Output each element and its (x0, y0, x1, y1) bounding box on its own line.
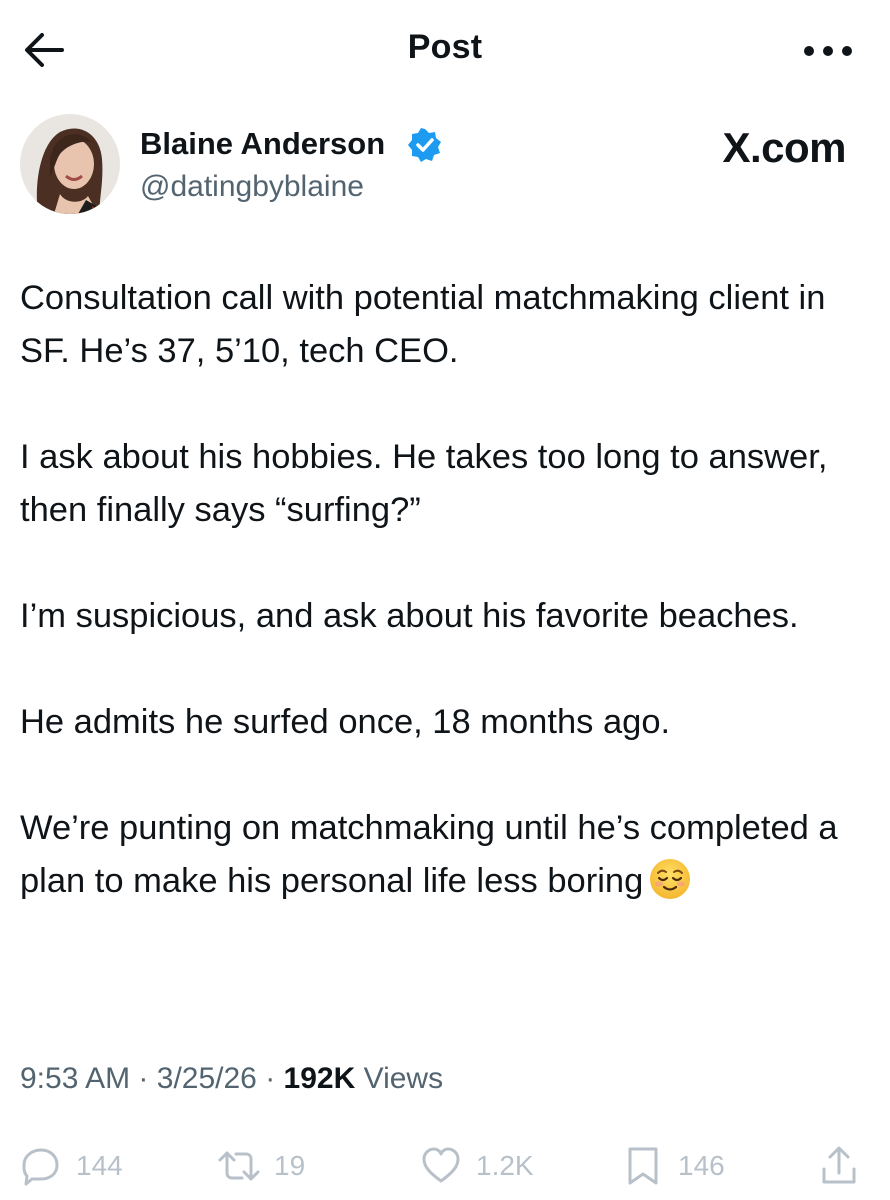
post-paragraph: He admits he surfed once, 18 months ago. (20, 703, 671, 741)
like-count: 1.2K (476, 1150, 534, 1181)
bookmark-count: 146 (678, 1150, 725, 1181)
post-date[interactable]: 3/25/26 (157, 1062, 257, 1095)
verified-badge-icon (408, 128, 441, 162)
post-paragraph-text: We’re punting on matchmaking until he’s … (20, 809, 838, 900)
views-label[interactable]: Views (364, 1062, 443, 1095)
bookmark-icon (628, 1147, 658, 1185)
action-bar: 144 19 1.2K 146 (0, 1138, 890, 1192)
share-button[interactable] (818, 1144, 874, 1188)
separator: · (138, 1062, 149, 1095)
post-paragraph: Consultation call with potential matchma… (20, 279, 826, 370)
post-text: Consultation call with potential matchma… (20, 272, 860, 908)
heart-icon (422, 1147, 460, 1183)
like-button[interactable]: 1.2K (420, 1144, 534, 1188)
reply-icon (22, 1148, 59, 1186)
relieved-face-emoji-icon (650, 859, 691, 899)
post-time[interactable]: 9:53 AM (20, 1062, 130, 1095)
more-horizontal-icon (804, 46, 814, 56)
top-bar: Post (0, 0, 890, 100)
avatar[interactable] (20, 114, 120, 214)
repost-count: 19 (274, 1150, 306, 1181)
page-title: Post (407, 28, 483, 66)
reply-button[interactable]: 144 (20, 1144, 123, 1188)
post-paragraph: I’m suspicious, and ask about his favori… (20, 597, 799, 635)
more-options-button[interactable] (804, 34, 854, 64)
bookmark-button[interactable]: 146 (622, 1144, 725, 1188)
author-handle[interactable]: @datingbyblaine (140, 170, 364, 204)
post-paragraph: I ask about his hobbies. He takes too lo… (20, 438, 828, 529)
share-icon (822, 1146, 856, 1184)
views-count[interactable]: 192K (284, 1062, 356, 1095)
separator: · (265, 1062, 276, 1095)
avatar-image (20, 114, 120, 214)
author-name[interactable]: Blaine Anderson (140, 126, 385, 162)
reply-count: 144 (76, 1150, 123, 1181)
repost-button[interactable]: 19 (218, 1144, 305, 1188)
x-com-watermark: X.com (722, 124, 846, 171)
post-metadata: 9:53 AM · 3/25/26 · 192K Views (20, 1062, 443, 1096)
post-paragraph-last: We’re punting on matchmaking until he’s … (20, 802, 860, 908)
repost-icon (218, 1151, 260, 1181)
